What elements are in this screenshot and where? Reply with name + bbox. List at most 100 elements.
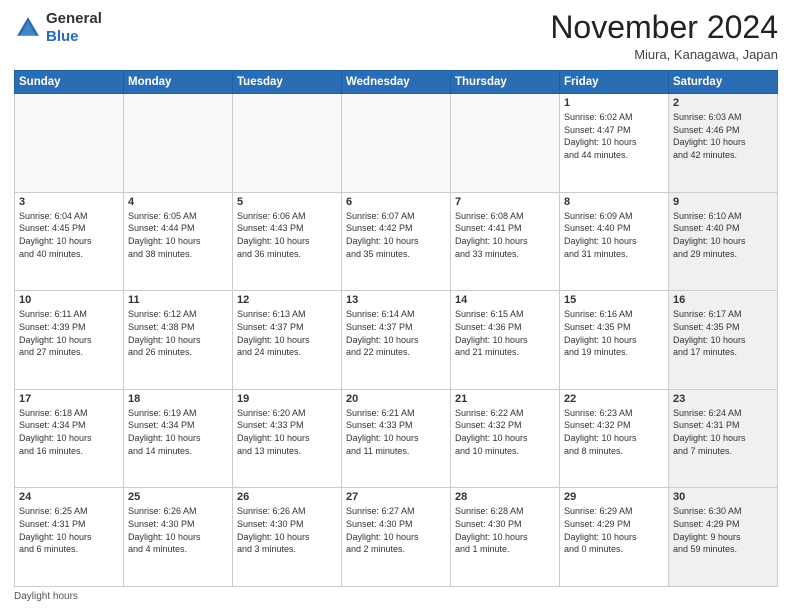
calendar-cell: 17 Sunrise: 6:18 AM Sunset: 4:34 PM Dayli… bbox=[15, 389, 124, 488]
calendar-cell: 30 Sunrise: 6:30 AM Sunset: 4:29 PM Dayli… bbox=[669, 488, 778, 587]
calendar-cell: 20Sunrise: 6:21 AM Sunset: 4:33 PM Dayli… bbox=[342, 389, 451, 488]
calendar-cell: 16 Sunrise: 6:17 AM Sunset: 4:35 PM Dayli… bbox=[669, 291, 778, 390]
calendar-cell: 8Sunrise: 6:09 AM Sunset: 4:40 PM Daylig… bbox=[560, 192, 669, 291]
calendar-cell: 27Sunrise: 6:27 AM Sunset: 4:30 PM Dayli… bbox=[342, 488, 451, 587]
calendar-cell: 9 Sunrise: 6:10 AM Sunset: 4:40 PM Daylig… bbox=[669, 192, 778, 291]
calendar-cell: 28 Sunrise: 6:28 AM Sunset: 4:30 PM Dayli… bbox=[451, 488, 560, 587]
logo-text: General Blue bbox=[46, 10, 102, 46]
day-number: 3 bbox=[19, 196, 119, 208]
day-number: 26 bbox=[237, 491, 337, 503]
day-info: Sunrise: 6:28 AM Sunset: 4:30 PM Dayligh… bbox=[455, 505, 555, 555]
title-block: November 2024 Miura, Kanagawa, Japan bbox=[550, 10, 778, 62]
day-number: 4 bbox=[128, 196, 228, 208]
day-number: 16 bbox=[673, 294, 773, 306]
day-info: Sunrise: 6:02 AM Sunset: 4:47 PM Dayligh… bbox=[564, 111, 664, 161]
calendar-cell: 29 Sunrise: 6:29 AM Sunset: 4:29 PM Dayli… bbox=[560, 488, 669, 587]
month-title: November 2024 bbox=[550, 10, 778, 45]
col-header-sunday: Sunday bbox=[15, 71, 124, 94]
calendar-cell bbox=[451, 94, 560, 193]
calendar-cell bbox=[15, 94, 124, 193]
day-number: 8 bbox=[564, 196, 664, 208]
logo-icon bbox=[14, 14, 42, 42]
calendar-cell: 5 Sunrise: 6:06 AM Sunset: 4:43 PM Daylig… bbox=[233, 192, 342, 291]
header: General Blue November 2024 Miura, Kanaga… bbox=[14, 10, 778, 62]
col-header-saturday: Saturday bbox=[669, 71, 778, 94]
day-number: 13 bbox=[346, 294, 446, 306]
day-number: 29 bbox=[564, 491, 664, 503]
day-info: Sunrise: 6:26 AM Sunset: 4:30 PM Dayligh… bbox=[128, 505, 228, 555]
calendar-week-1: 1 Sunrise: 6:02 AM Sunset: 4:47 PM Daylig… bbox=[15, 94, 778, 193]
day-info: Sunrise: 6:29 AM Sunset: 4:29 PM Dayligh… bbox=[564, 505, 664, 555]
day-info: Sunrise: 6:07 AM Sunset: 4:42 PM Dayligh… bbox=[346, 210, 446, 260]
day-info: Sunrise: 6:26 AM Sunset: 4:30 PM Dayligh… bbox=[237, 505, 337, 555]
calendar-cell: 3 Sunrise: 6:04 AM Sunset: 4:45 PM Daylig… bbox=[15, 192, 124, 291]
day-info: Sunrise: 6:18 AM Sunset: 4:34 PM Dayligh… bbox=[19, 407, 119, 457]
day-info: Sunrise: 6:03 AM Sunset: 4:46 PM Dayligh… bbox=[673, 111, 773, 161]
calendar-cell: 26 Sunrise: 6:26 AM Sunset: 4:30 PM Dayli… bbox=[233, 488, 342, 587]
calendar-cell: 19Sunrise: 6:20 AM Sunset: 4:33 PM Dayli… bbox=[233, 389, 342, 488]
day-number: 1 bbox=[564, 97, 664, 109]
footer-note: Daylight hours bbox=[14, 591, 778, 602]
calendar-cell: 1 Sunrise: 6:02 AM Sunset: 4:47 PM Daylig… bbox=[560, 94, 669, 193]
calendar-cell: 15 Sunrise: 6:16 AM Sunset: 4:35 PM Dayli… bbox=[560, 291, 669, 390]
day-number: 22 bbox=[564, 393, 664, 405]
day-info: Sunrise: 6:15 AM Sunset: 4:36 PM Dayligh… bbox=[455, 308, 555, 358]
day-info: Sunrise: 6:20 AM Sunset: 4:33 PM Dayligh… bbox=[237, 407, 337, 457]
day-number: 11 bbox=[128, 294, 228, 306]
calendar-cell: 21 Sunrise: 6:22 AM Sunset: 4:32 PM Dayli… bbox=[451, 389, 560, 488]
day-info: Sunrise: 6:11 AM Sunset: 4:39 PM Dayligh… bbox=[19, 308, 119, 358]
day-number: 25 bbox=[128, 491, 228, 503]
day-info: Sunrise: 6:16 AM Sunset: 4:35 PM Dayligh… bbox=[564, 308, 664, 358]
calendar-table: SundayMondayTuesdayWednesdayThursdayFrid… bbox=[14, 70, 778, 587]
location-subtitle: Miura, Kanagawa, Japan bbox=[550, 47, 778, 62]
calendar-week-3: 10Sunrise: 6:11 AM Sunset: 4:39 PM Dayli… bbox=[15, 291, 778, 390]
calendar-cell: 22 Sunrise: 6:23 AM Sunset: 4:32 PM Dayli… bbox=[560, 389, 669, 488]
calendar-week-5: 24Sunrise: 6:25 AM Sunset: 4:31 PM Dayli… bbox=[15, 488, 778, 587]
day-info: Sunrise: 6:21 AM Sunset: 4:33 PM Dayligh… bbox=[346, 407, 446, 457]
day-number: 24 bbox=[19, 491, 119, 503]
day-number: 21 bbox=[455, 393, 555, 405]
day-info: Sunrise: 6:04 AM Sunset: 4:45 PM Dayligh… bbox=[19, 210, 119, 260]
day-number: 28 bbox=[455, 491, 555, 503]
day-number: 2 bbox=[673, 97, 773, 109]
day-number: 17 bbox=[19, 393, 119, 405]
day-info: Sunrise: 6:22 AM Sunset: 4:32 PM Dayligh… bbox=[455, 407, 555, 457]
day-info: Sunrise: 6:12 AM Sunset: 4:38 PM Dayligh… bbox=[128, 308, 228, 358]
day-info: Sunrise: 6:08 AM Sunset: 4:41 PM Dayligh… bbox=[455, 210, 555, 260]
calendar-cell: 12Sunrise: 6:13 AM Sunset: 4:37 PM Dayli… bbox=[233, 291, 342, 390]
day-number: 14 bbox=[455, 294, 555, 306]
day-number: 30 bbox=[673, 491, 773, 503]
day-number: 7 bbox=[455, 196, 555, 208]
day-number: 5 bbox=[237, 196, 337, 208]
calendar-cell bbox=[233, 94, 342, 193]
daylight-label: Daylight hours bbox=[14, 591, 78, 602]
logo-blue: Blue bbox=[46, 28, 79, 45]
day-info: Sunrise: 6:30 AM Sunset: 4:29 PM Dayligh… bbox=[673, 505, 773, 555]
day-info: Sunrise: 6:23 AM Sunset: 4:32 PM Dayligh… bbox=[564, 407, 664, 457]
calendar-week-4: 17 Sunrise: 6:18 AM Sunset: 4:34 PM Dayli… bbox=[15, 389, 778, 488]
day-number: 15 bbox=[564, 294, 664, 306]
calendar-cell bbox=[342, 94, 451, 193]
logo: General Blue bbox=[14, 10, 102, 46]
calendar-header-row: SundayMondayTuesdayWednesdayThursdayFrid… bbox=[15, 71, 778, 94]
calendar-cell: 7 Sunrise: 6:08 AM Sunset: 4:41 PM Daylig… bbox=[451, 192, 560, 291]
day-info: Sunrise: 6:13 AM Sunset: 4:37 PM Dayligh… bbox=[237, 308, 337, 358]
calendar-cell: 10Sunrise: 6:11 AM Sunset: 4:39 PM Dayli… bbox=[15, 291, 124, 390]
col-header-friday: Friday bbox=[560, 71, 669, 94]
day-number: 27 bbox=[346, 491, 446, 503]
day-info: Sunrise: 6:06 AM Sunset: 4:43 PM Dayligh… bbox=[237, 210, 337, 260]
calendar-cell: 11 Sunrise: 6:12 AM Sunset: 4:38 PM Dayli… bbox=[124, 291, 233, 390]
day-number: 18 bbox=[128, 393, 228, 405]
day-number: 23 bbox=[673, 393, 773, 405]
calendar-cell: 25 Sunrise: 6:26 AM Sunset: 4:30 PM Dayli… bbox=[124, 488, 233, 587]
day-info: Sunrise: 6:24 AM Sunset: 4:31 PM Dayligh… bbox=[673, 407, 773, 457]
day-info: Sunrise: 6:19 AM Sunset: 4:34 PM Dayligh… bbox=[128, 407, 228, 457]
calendar-cell: 18 Sunrise: 6:19 AM Sunset: 4:34 PM Dayli… bbox=[124, 389, 233, 488]
calendar-cell: 14 Sunrise: 6:15 AM Sunset: 4:36 PM Dayli… bbox=[451, 291, 560, 390]
day-number: 9 bbox=[673, 196, 773, 208]
calendar-cell: 6 Sunrise: 6:07 AM Sunset: 4:42 PM Daylig… bbox=[342, 192, 451, 291]
day-info: Sunrise: 6:10 AM Sunset: 4:40 PM Dayligh… bbox=[673, 210, 773, 260]
day-number: 6 bbox=[346, 196, 446, 208]
day-info: Sunrise: 6:17 AM Sunset: 4:35 PM Dayligh… bbox=[673, 308, 773, 358]
calendar-cell bbox=[124, 94, 233, 193]
